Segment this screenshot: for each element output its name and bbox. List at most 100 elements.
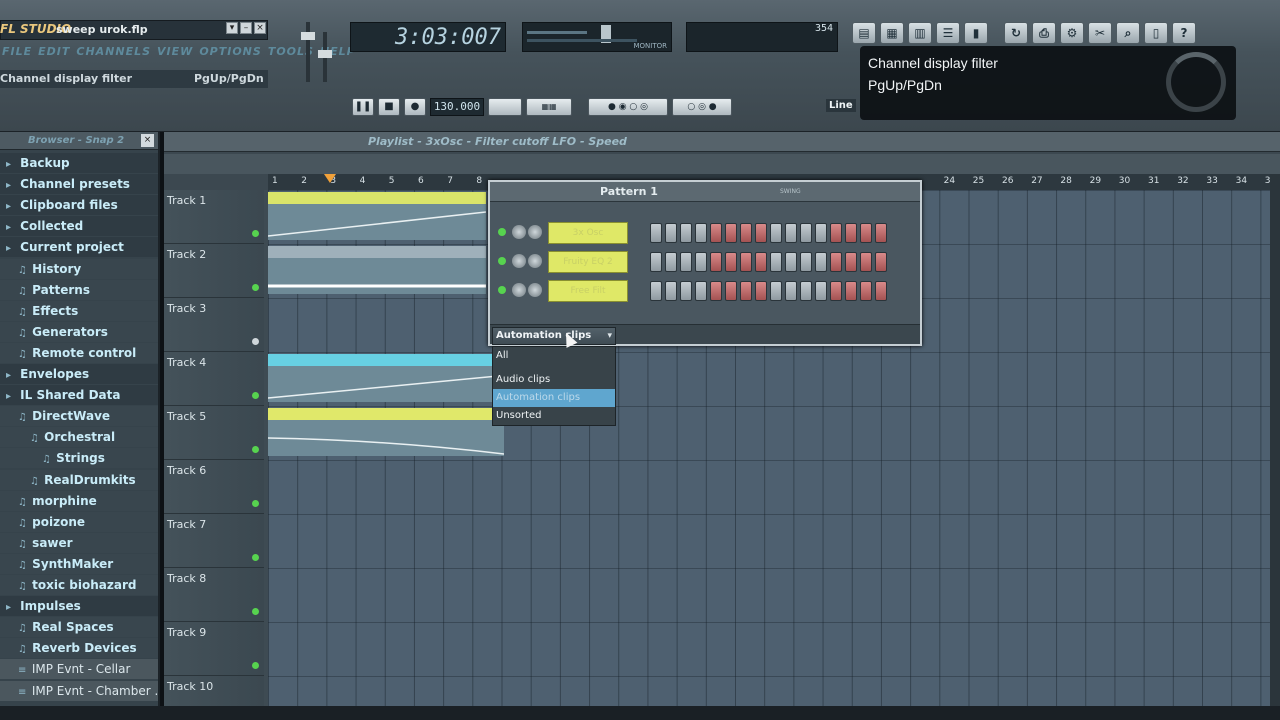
browser-folder-item[interactable]: ▸ Channel presets — [0, 174, 158, 195]
step-button[interactable] — [845, 252, 857, 272]
playlist-icon[interactable]: ▤ — [852, 22, 876, 44]
browser-file-item[interactable]: ≡ IMP Evnt - Cellar — [0, 659, 158, 680]
track-mute-icon[interactable] — [252, 500, 259, 507]
step-button[interactable] — [650, 281, 662, 301]
browser-close-icon[interactable]: × — [141, 134, 154, 147]
browser-folder-item[interactable]: ♫ SynthMaker — [0, 553, 158, 574]
channel-row[interactable]: Fruity EQ 2 — [498, 251, 918, 273]
browser-folder-item[interactable]: ▸ Impulses — [0, 596, 158, 617]
step-button[interactable] — [875, 223, 887, 243]
track-mute-icon[interactable] — [252, 608, 259, 615]
channel-mute-icon[interactable] — [498, 286, 506, 294]
track-mute-icon[interactable] — [252, 554, 259, 561]
step-button[interactable] — [710, 223, 722, 243]
playhead-marker-icon[interactable] — [324, 174, 336, 183]
step-button[interactable] — [770, 223, 782, 243]
channel-row[interactable]: Free Filt — [498, 280, 918, 302]
browser-folder-item[interactable]: ♫ Remote control — [0, 342, 158, 363]
browser-folder-item[interactable]: ♫ Orchestral — [0, 427, 158, 448]
menu-file[interactable]: FILE — [2, 45, 32, 63]
step-button[interactable] — [725, 252, 737, 272]
step-button[interactable] — [680, 252, 692, 272]
track-header[interactable]: Track 8 — [164, 568, 264, 622]
step-button[interactable] — [680, 223, 692, 243]
browser-folder-item[interactable]: ♫ RealDrumkits — [0, 469, 158, 490]
step-button[interactable] — [785, 223, 797, 243]
menu-options[interactable]: OPTIONS — [199, 45, 262, 63]
song-position-display[interactable]: 3:03:007 — [350, 22, 506, 52]
window-menu-button[interactable]: ▾ — [226, 22, 238, 34]
snap-grid-icon[interactable]: ▦▦ — [526, 98, 572, 116]
channel-pan-knob[interactable] — [512, 283, 526, 297]
filter-option[interactable]: Audio clips — [493, 371, 615, 389]
track-mute-icon[interactable] — [252, 230, 259, 237]
playlist-clip[interactable]: Pattern 1 — [268, 246, 486, 294]
browser-folder-item[interactable]: ♫ Strings — [0, 448, 158, 469]
step-button[interactable] — [725, 281, 737, 301]
filter-option[interactable]: Unsorted — [493, 407, 615, 425]
step-button[interactable] — [785, 252, 797, 272]
browser-folder-item[interactable]: ♫ DirectWave — [0, 406, 158, 427]
browser-folder-item[interactable]: ♫ poizone — [0, 511, 158, 532]
browser-folder-item[interactable]: ▸ IL Shared Data — [0, 385, 158, 406]
record-icon[interactable]: ● — [404, 98, 426, 116]
step-button[interactable] — [830, 281, 842, 301]
step-button[interactable] — [725, 223, 737, 243]
step-button[interactable] — [875, 281, 887, 301]
step-button[interactable] — [695, 223, 707, 243]
track-mute-icon[interactable] — [252, 338, 259, 345]
browser-folder-item[interactable]: ♫ sawer — [0, 532, 158, 553]
menu-edit[interactable]: EDIT — [38, 45, 70, 63]
menu-view[interactable]: VIEW — [157, 45, 193, 63]
step-button[interactable] — [740, 223, 752, 243]
vertical-scrollbar[interactable] — [1270, 174, 1280, 720]
pause-icon[interactable]: ❚❚ — [352, 98, 374, 116]
step-button[interactable] — [740, 281, 752, 301]
step-button[interactable] — [755, 252, 767, 272]
browser-folder-item[interactable]: ♫ Patterns — [0, 279, 158, 300]
step-button[interactable] — [875, 252, 887, 272]
step-button[interactable] — [815, 252, 827, 272]
track-header[interactable]: Track 5 — [164, 406, 264, 460]
channel-volume-knob[interactable] — [528, 283, 542, 297]
project-info-icon[interactable]: ▯ — [1144, 22, 1168, 44]
channel-mute-icon[interactable] — [498, 257, 506, 265]
step-button[interactable] — [800, 252, 812, 272]
step-button[interactable] — [860, 281, 872, 301]
filter-option[interactable]: All — [493, 347, 615, 365]
step-button[interactable] — [770, 281, 782, 301]
stop-icon[interactable]: ■ — [378, 98, 400, 116]
channel-pan-knob[interactable] — [512, 225, 526, 239]
help-icon[interactable]: ? — [1172, 22, 1196, 44]
browser-icon[interactable]: ☰ — [936, 22, 960, 44]
step-button[interactable] — [785, 281, 797, 301]
channel-name-button[interactable]: 3x Osc — [548, 222, 628, 244]
pattern-selector[interactable] — [488, 98, 522, 116]
pattern-selector[interactable]: Pattern 1 — [600, 185, 658, 198]
track-mute-icon[interactable] — [252, 446, 259, 453]
plugin-icon[interactable]: ⚙ — [1060, 22, 1084, 44]
browser-folder-item[interactable]: ▸ Envelopes — [0, 364, 158, 384]
browser-folder-item[interactable]: ▸ Clipboard files — [0, 195, 158, 216]
refresh-icon[interactable]: ↻ — [1004, 22, 1028, 44]
snap-mode-label[interactable]: Line — [826, 99, 856, 112]
browser-folder-item[interactable]: ▸ Backup — [0, 153, 158, 173]
menu-channels[interactable]: CHANNELS — [76, 45, 151, 63]
step-button[interactable] — [695, 281, 707, 301]
step-button[interactable] — [860, 252, 872, 272]
master-volume-slider[interactable] — [298, 22, 338, 92]
playlist-clip[interactable]: Param EQ 2 (3xOsc) - Band 1 freq envelop… — [268, 354, 498, 402]
step-button[interactable] — [665, 223, 677, 243]
step-button[interactable] — [770, 252, 782, 272]
minimize-button[interactable]: – — [240, 22, 252, 34]
step-button[interactable] — [710, 252, 722, 272]
channel-filter-select[interactable]: Automation clips ▾ — [492, 327, 616, 345]
step-button[interactable] — [710, 281, 722, 301]
track-header[interactable]: Track 2 — [164, 244, 264, 298]
step-button[interactable] — [800, 223, 812, 243]
tempo-display[interactable]: 130.000 — [430, 98, 484, 116]
browser-file-item[interactable]: ≡ IMP Evnt - Chamber ... — [0, 680, 158, 701]
track-mute-icon[interactable] — [252, 662, 259, 669]
step-button[interactable] — [830, 223, 842, 243]
step-button[interactable] — [650, 252, 662, 272]
